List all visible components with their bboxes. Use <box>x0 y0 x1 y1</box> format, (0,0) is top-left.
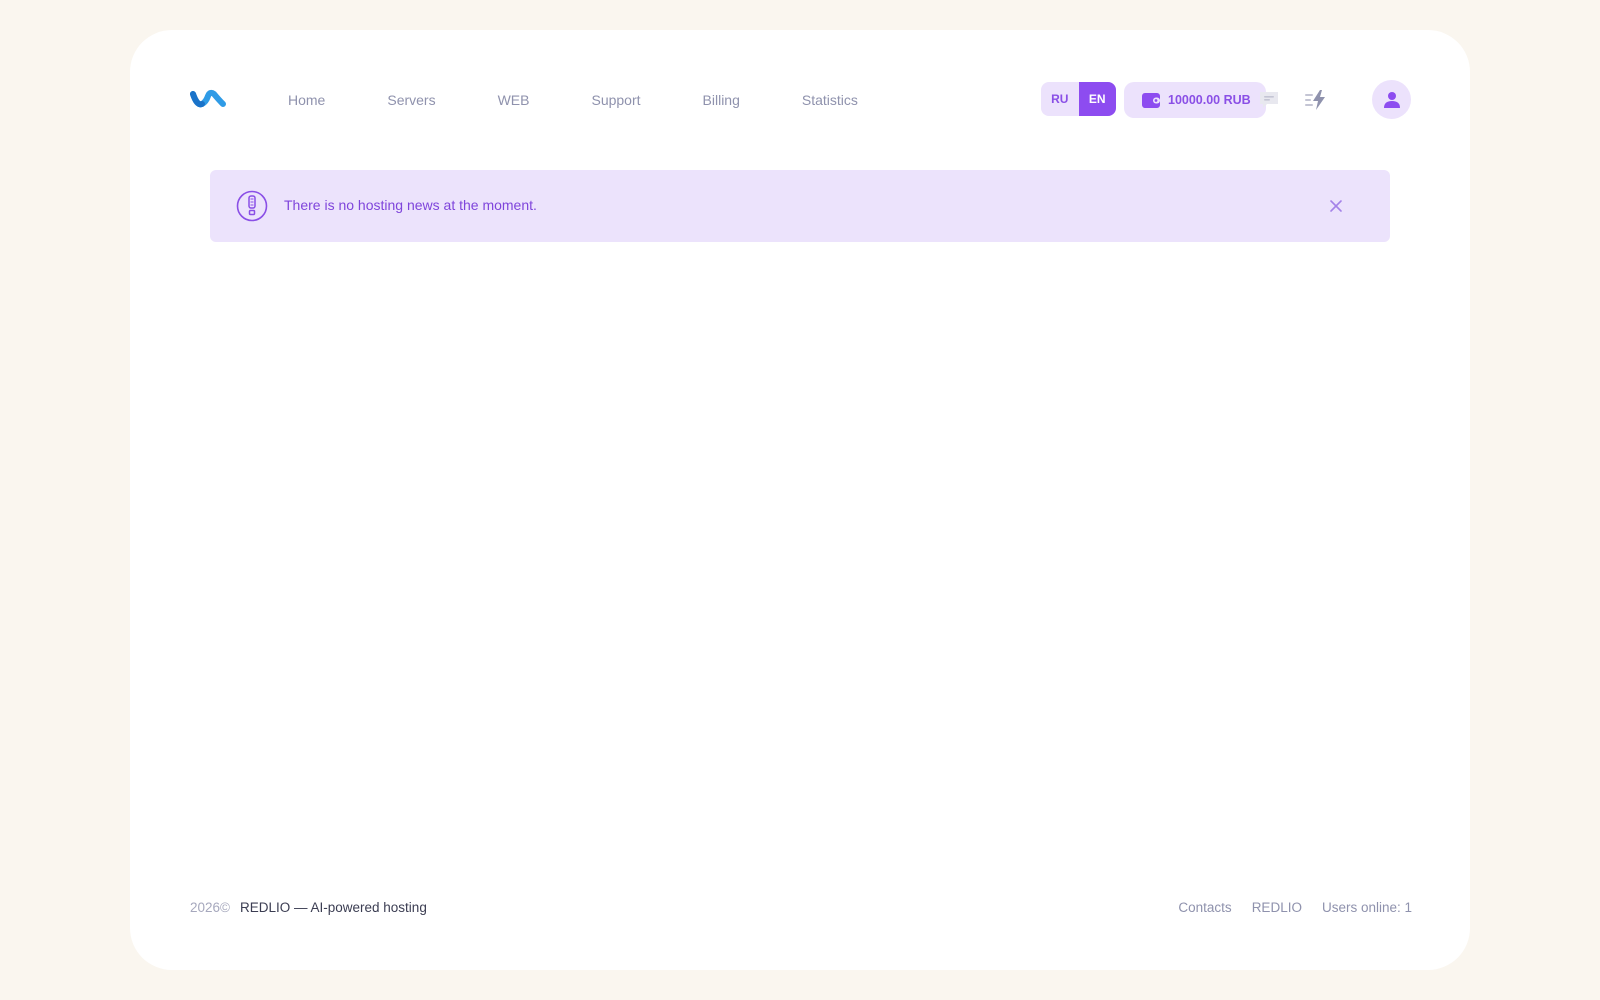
lang-option-en[interactable]: EN <box>1078 82 1116 116</box>
nav-servers[interactable]: Servers <box>387 90 435 110</box>
nav-web[interactable]: WEB <box>498 90 530 110</box>
footer-link-contacts[interactable]: Contacts <box>1178 900 1231 915</box>
quick-actions-icon[interactable] <box>1304 88 1328 112</box>
wallet-icon <box>1142 92 1160 108</box>
balance-button[interactable]: 10000.00 RUB <box>1124 82 1266 118</box>
footer-right: Contacts REDLIO Users online: 1 <box>1178 900 1412 915</box>
main-card: Home Servers WEB Support Billing Statist… <box>130 30 1470 970</box>
news-alert: There is no hosting news at the moment. <box>210 170 1390 242</box>
chat-icon[interactable] <box>1257 88 1281 112</box>
footer-link-redlio[interactable]: REDLIO <box>1252 900 1302 915</box>
nav-billing[interactable]: Billing <box>703 90 740 110</box>
footer-year: 2026© <box>190 900 230 915</box>
footer-left: 2026© REDLIO — AI-powered hosting <box>190 900 427 915</box>
user-icon <box>1383 91 1400 108</box>
balance-amount: 10000.00 RUB <box>1168 93 1251 107</box>
footer-tagline: REDLIO — AI-powered hosting <box>239 900 427 915</box>
close-icon[interactable] <box>1328 198 1344 214</box>
nav-statistics[interactable]: Statistics <box>802 90 858 110</box>
nav-home[interactable]: Home <box>288 90 325 110</box>
info-alert-icon <box>236 190 268 222</box>
nav-support[interactable]: Support <box>591 90 640 110</box>
lang-option-ru[interactable]: RU <box>1041 82 1079 116</box>
brand-logo-icon[interactable] <box>190 88 226 110</box>
main-nav: Home Servers WEB Support Billing Statist… <box>288 90 920 110</box>
users-online: Users online: 1 <box>1321 900 1412 915</box>
language-switch: RU EN <box>1041 82 1116 116</box>
user-avatar-button[interactable] <box>1372 80 1411 119</box>
alert-message: There is no hosting news at the moment. <box>284 197 537 213</box>
